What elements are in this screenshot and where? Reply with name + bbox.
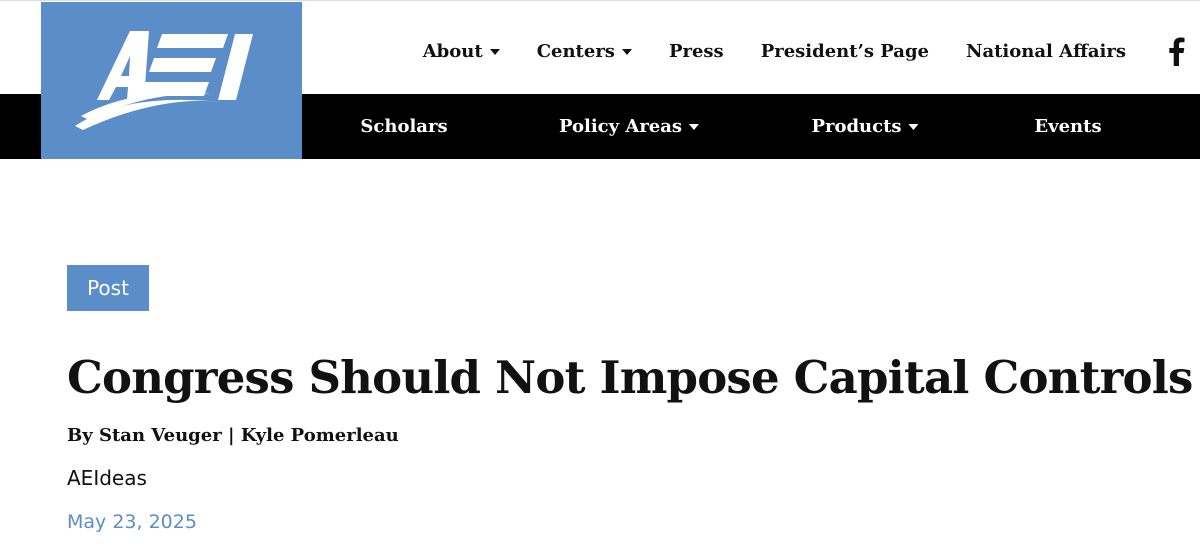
- caret-down-icon: [908, 124, 919, 130]
- utility-nav: About Centers Press President’s Page Nat…: [386, 26, 1200, 76]
- aei-logo-mark: [75, 31, 253, 130]
- top-nav-presidents-page[interactable]: President’s Page: [761, 41, 929, 62]
- aei-logo[interactable]: [41, 2, 302, 159]
- facebook-icon[interactable]: [1166, 36, 1186, 66]
- main-nav-label: Scholars: [360, 116, 448, 137]
- caret-down-icon: [489, 48, 500, 55]
- main-nav-label: Policy Areas: [558, 116, 683, 137]
- main-nav-label: Events: [1034, 116, 1102, 137]
- top-nav-label: Press: [668, 40, 724, 62]
- caret-down-icon: [621, 48, 632, 55]
- main-nav-products[interactable]: Products: [811, 94, 919, 159]
- series-link[interactable]: AEIdeas: [67, 466, 147, 490]
- byline-prefix: By: [67, 425, 93, 446]
- top-nav-label: President’s Page: [760, 40, 929, 62]
- article-title: Congress Should Not Impose Capital Contr…: [67, 351, 1193, 404]
- caret-down-icon: [689, 124, 700, 130]
- top-nav-about[interactable]: About: [423, 41, 500, 62]
- main-nav-scholars[interactable]: Scholars: [360, 94, 447, 159]
- top-nav-national-affairs[interactable]: National Affairs: [966, 41, 1126, 62]
- author-separator: |: [227, 425, 235, 446]
- article-byline: By Stan Veuger | Kyle Pomerleau: [67, 425, 399, 446]
- top-nav-press[interactable]: Press: [669, 41, 724, 62]
- author-link[interactable]: Kyle Pomerleau: [241, 425, 399, 446]
- top-nav-label: Centers: [536, 40, 615, 62]
- main-nav-label: Products: [811, 116, 902, 137]
- main-nav-policy-areas[interactable]: Policy Areas: [558, 94, 700, 159]
- top-nav-label: About: [422, 40, 483, 62]
- publish-date: May 23, 2025: [67, 511, 197, 533]
- main-nav-events[interactable]: Events: [1034, 94, 1101, 159]
- top-nav-centers[interactable]: Centers: [537, 41, 632, 62]
- content-type-tag[interactable]: Post: [67, 265, 149, 311]
- header-top-rule: [0, 0, 1200, 1]
- top-nav-label: National Affairs: [966, 40, 1126, 62]
- author-link[interactable]: Stan Veuger: [99, 425, 222, 446]
